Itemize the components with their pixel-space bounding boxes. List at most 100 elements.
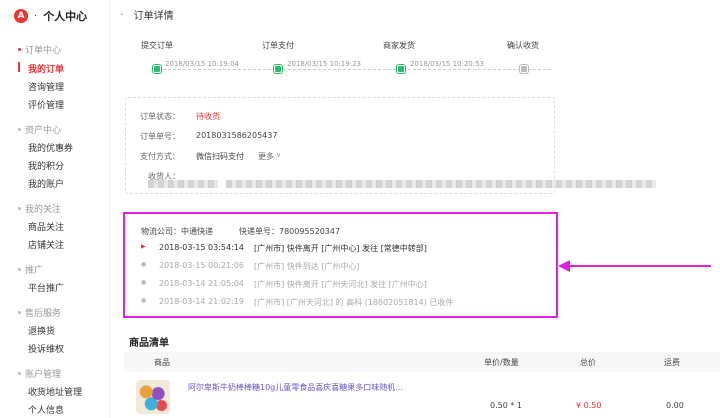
sidebar-item-points[interactable]: 我的积分 xyxy=(28,159,64,172)
step-time-submit: 2018/03/15 10:19:04 xyxy=(165,60,240,68)
step-time-ship: 2018/03/15 10:20:53 xyxy=(410,60,485,68)
order-status-row: 订单状态： 待收货 xyxy=(140,111,220,122)
tracking-time: 2018-03-14 21:02:19 xyxy=(159,297,244,306)
column-item: 商品 xyxy=(154,358,170,367)
section-follows: 我的关注 xyxy=(18,202,61,215)
brand-title: 个人中心 xyxy=(43,10,88,23)
step-done-icon xyxy=(397,65,405,73)
order-info-panel: 订单状态： 待收货 订单单号： 2018031586205437 支付方式： 微… xyxy=(125,97,656,194)
tracking-entry: ● 2018-03-15 00:21:06 [广州市] 快件到达 [广州中心] xyxy=(141,261,360,272)
section-after-sales: 售后服务 xyxy=(18,306,61,319)
brand: A · 个人中心 xyxy=(14,8,87,24)
order-number-row: 订单单号： 2018031586205437 xyxy=(140,131,277,142)
tracking-text: [广州市] [广州天河北] 的 高科 (18802051814) 已收件 xyxy=(253,298,454,307)
logistics-panel: 物流公司：中通快递 快递单号：780095520347 ▶ 2018-03-15… xyxy=(123,212,558,318)
tracking-text: [广州市] 快件到达 [广州中心] xyxy=(253,262,360,271)
product-name-link[interactable]: 阿尔卑斯牛奶棒棒糖10g儿童零食品喜庆喜糖果多口味随机... xyxy=(188,382,403,393)
section-account-management: 账户管理 xyxy=(18,367,61,380)
step-label-pay: 订单支付 xyxy=(262,41,294,50)
payment-label: 支付方式： xyxy=(140,152,180,161)
annotation-arrow-line xyxy=(566,265,711,267)
brand-logo-icon: A xyxy=(14,9,28,23)
bullet-icon: ● xyxy=(141,261,147,268)
section-promotion: 推广 xyxy=(18,263,43,276)
header-dash: - xyxy=(120,9,124,20)
more-link[interactable]: 更多 xyxy=(258,151,274,162)
product-thumbnail[interactable] xyxy=(136,380,170,414)
logistics-company: 物流公司：中通快递 xyxy=(141,227,213,236)
section-order-center: 订单中心 xyxy=(18,43,61,56)
sidebar: A · 个人中心 订单中心 我的订单 咨询管理 评价管理 资产中心 我的优惠券 … xyxy=(0,0,110,418)
tracking-time: 2018-03-15 00:21:06 xyxy=(159,261,244,270)
sidebar-item-complaints[interactable]: 投诉维权 xyxy=(28,342,64,355)
section-title: 推广 xyxy=(25,266,44,276)
active-indicator xyxy=(18,62,20,72)
section-dot-icon xyxy=(18,207,21,210)
tracking-entry: ● 2018-03-14 21:05:04 [广州市] 快件离开 [广州天河北]… xyxy=(141,279,427,290)
sidebar-item-returns[interactable]: 退换货 xyxy=(28,324,55,337)
tracking-text: [广州市] 快件离开 [广州天河北] 发往 [广州中心] xyxy=(253,280,427,289)
product-shipping: 0.00 xyxy=(666,401,684,410)
sidebar-item-profile[interactable]: 个人信息 xyxy=(28,403,64,416)
section-title: 账户管理 xyxy=(25,370,62,380)
step-pending-icon xyxy=(520,65,528,73)
section-title: 订单中心 xyxy=(25,46,62,56)
section-dot-icon xyxy=(18,128,21,131)
goods-section-title: 商品清单 xyxy=(129,338,169,349)
step-label-confirm: 确认收货 xyxy=(507,41,539,50)
goods-table-header: 商品 单价/数量 总价 运费 xyxy=(124,352,720,372)
redacted-receiver-address xyxy=(226,180,656,188)
step-label-ship: 商家发货 xyxy=(383,41,415,50)
column-total: 总价 xyxy=(580,358,596,367)
section-dot-icon xyxy=(18,372,21,375)
section-assets: 资产中心 xyxy=(18,123,61,136)
tracking-time: 2018-03-14 21:05:04 xyxy=(159,279,244,288)
section-title: 资产中心 xyxy=(25,126,62,136)
brand-separator: · xyxy=(34,10,38,22)
column-shipping: 运费 xyxy=(664,358,680,367)
order-status-value: 待收货 xyxy=(196,112,220,121)
page-title: 订单详情 xyxy=(133,11,174,22)
tracking-entry: ● 2018-03-14 21:02:19 [广州市] [广州天河北] 的 高科… xyxy=(141,297,453,308)
order-number-label: 订单单号： xyxy=(140,132,180,141)
progress-line xyxy=(153,69,551,70)
payment-row: 支付方式： 微信扫码支付 更多 ∨ xyxy=(140,151,281,162)
section-title: 售后服务 xyxy=(25,309,62,319)
order-status-label: 订单状态： xyxy=(140,112,180,121)
chevron-down-icon[interactable]: ∨ xyxy=(276,151,281,162)
tracking-text: [广州市] 快件离开 [广州中心] 发往 [常德中转部] xyxy=(253,244,427,253)
step-label-submit: 提交订单 xyxy=(141,41,173,50)
bullet-icon: ● xyxy=(141,297,147,304)
sidebar-item-platform-promotion[interactable]: 平台推广 xyxy=(28,281,64,294)
sidebar-item-consultation[interactable]: 咨询管理 xyxy=(28,80,64,93)
sidebar-item-my-orders[interactable]: 我的订单 xyxy=(28,62,64,75)
tracking-time: 2018-03-15 03:54:14 xyxy=(159,243,244,252)
order-detail-page: A · 个人中心 订单中心 我的订单 咨询管理 评价管理 资产中心 我的优惠券 … xyxy=(0,0,720,418)
sidebar-item-product-follows[interactable]: 商品关注 xyxy=(28,220,64,233)
step-done-icon xyxy=(153,65,161,73)
order-number-value: 2018031586205437 xyxy=(196,131,278,140)
logistics-header: 物流公司：中通快递 快递单号：780095520347 xyxy=(141,226,340,237)
step-time-pay: 2018/03/15 10:19:23 xyxy=(287,60,362,68)
tracking-number: 快递单号：780095520347 xyxy=(239,227,341,236)
sidebar-item-address[interactable]: 收货地址管理 xyxy=(28,385,82,398)
section-dot-icon xyxy=(18,268,21,271)
product-total: ¥ 0.50 xyxy=(576,401,602,410)
sidebar-item-store-follows[interactable]: 店铺关注 xyxy=(28,238,64,251)
order-progress: 提交订单 订单支付 商家发货 确认收货 2018/03/15 10:19:04 … xyxy=(125,40,555,80)
section-dot-icon xyxy=(18,48,21,51)
product-price-qty: 0.50 * 1 xyxy=(490,401,522,410)
annotation-arrow-icon xyxy=(558,260,570,272)
tracking-entry: ▶ 2018-03-15 03:54:14 [广州市] 快件离开 [广州中心] … xyxy=(141,243,427,254)
sidebar-item-coupons[interactable]: 我的优惠券 xyxy=(28,141,73,154)
column-price-qty: 单价/数量 xyxy=(484,358,519,367)
payment-value: 微信扫码支付 xyxy=(196,152,244,161)
table-row: 阿尔卑斯牛奶棒棒糖10g儿童零食品喜庆喜糖果多口味随机... 0.50 * 1 … xyxy=(124,372,720,418)
section-dot-icon xyxy=(18,311,21,314)
sidebar-item-account[interactable]: 我的账户 xyxy=(28,177,64,190)
step-done-icon xyxy=(274,65,282,73)
current-marker-icon: ▶ xyxy=(141,243,146,250)
bullet-icon: ● xyxy=(141,279,147,286)
page-header: - 订单详情 xyxy=(120,7,174,22)
sidebar-item-reviews[interactable]: 评价管理 xyxy=(28,98,64,111)
